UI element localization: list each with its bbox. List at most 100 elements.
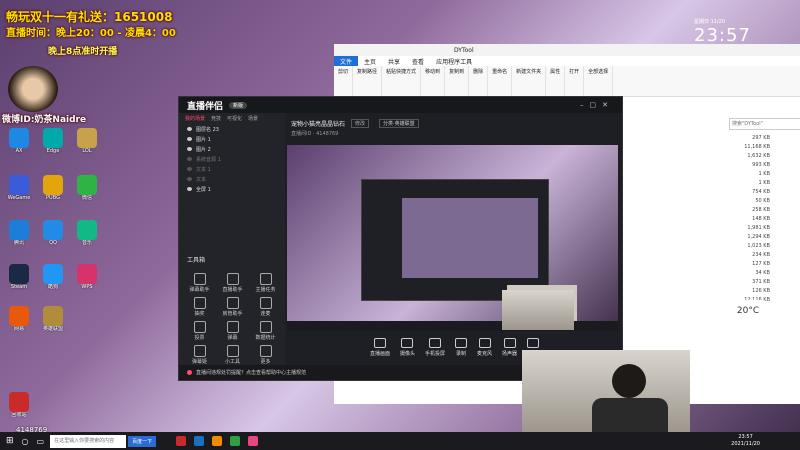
- eye-icon[interactable]: [187, 137, 192, 141]
- tool-icon: [259, 345, 272, 357]
- eye-icon[interactable]: [187, 157, 192, 161]
- room-title: 宠物小猫亮晶晶钻石: [291, 121, 346, 128]
- taskbar-clock[interactable]: 23:57 2021/11/20: [731, 434, 760, 448]
- scene-item[interactable]: 文本: [179, 174, 285, 184]
- desktop-icon[interactable]: 英雄联盟: [36, 306, 70, 346]
- tool-icon: [226, 297, 239, 309]
- desktop-icon[interactable]: WeGame: [2, 175, 36, 215]
- scene-item[interactable]: 全屏 1: [179, 184, 285, 194]
- action-screen[interactable]: 直播画面: [370, 337, 390, 357]
- desktop-icon[interactable]: 酷狗: [36, 264, 70, 304]
- ribbon-delete[interactable]: 删除: [469, 66, 489, 96]
- room-meta: 直播间ID · 4148769: [291, 131, 339, 137]
- desktop-icon[interactable]: 腾讯: [2, 220, 36, 260]
- ribbon-copy-path[interactable]: 复制路径: [353, 66, 383, 96]
- desktop-icon[interactable]: AX: [2, 128, 36, 168]
- tool-item[interactable]: 弹幕: [216, 321, 249, 341]
- tab-my-scenes[interactable]: 我的场景: [185, 115, 205, 122]
- app-icon[interactable]: [176, 436, 187, 446]
- taskbar-search-input[interactable]: [50, 434, 127, 448]
- ribbon-rename[interactable]: 重命名: [488, 66, 513, 96]
- desktop-icon[interactable]: Edge: [36, 128, 70, 168]
- clock-widget: 星期日 11/20 23:57: [694, 18, 751, 46]
- explorer-search-input[interactable]: [729, 118, 800, 130]
- tool-item[interactable]: 主播任务: [249, 273, 282, 293]
- overlay-line3: 晚上8点准时开播: [48, 47, 118, 57]
- ribbon-copy-to[interactable]: 复制到: [445, 66, 470, 96]
- tool-item[interactable]: 投票: [183, 321, 216, 341]
- edit-title-button[interactable]: 修改: [351, 119, 370, 128]
- scene-item[interactable]: 系统音源 1: [179, 154, 285, 164]
- file-size: 1,981 KB: [747, 225, 770, 231]
- scene-item[interactable]: 图层名 23: [179, 124, 285, 134]
- tool-icon: [259, 321, 272, 333]
- app-titlebar[interactable]: 直播伴侣 新版 –▢✕: [179, 97, 622, 113]
- tool-item[interactable]: 弹幕姬: [183, 345, 216, 365]
- desktop-icon[interactable]: LOL: [70, 128, 104, 168]
- ribbon-select-all[interactable]: 全部选择: [584, 66, 614, 96]
- desktop-icon[interactable]: PUBG: [36, 175, 70, 215]
- ribbon-paste-shortcut[interactable]: 粘贴快捷方式: [382, 66, 422, 96]
- tab-view[interactable]: 查看: [406, 56, 430, 66]
- explorer-titlebar[interactable]: DYTool: [334, 44, 800, 56]
- action-phone-cast[interactable]: 手机投屏: [425, 337, 445, 357]
- tool-item[interactable]: 小工具: [216, 345, 249, 365]
- tool-item[interactable]: 抽奖: [183, 297, 216, 317]
- tab-scene[interactable]: 场景: [248, 115, 258, 122]
- category-selector[interactable]: 分类·英雄联盟: [379, 119, 419, 128]
- file-size: 993 KB: [752, 162, 770, 168]
- tab-competitive[interactable]: 竞技: [211, 115, 221, 122]
- tool-item[interactable]: 数据统计: [249, 321, 282, 341]
- baidu-search-button[interactable]: 百度一下: [128, 435, 157, 447]
- tab-file[interactable]: 文件: [334, 56, 359, 66]
- eye-icon[interactable]: [187, 127, 192, 131]
- action-mic[interactable]: 麦克风: [477, 337, 492, 357]
- windows-start-icon[interactable]: ⊞: [6, 436, 14, 446]
- search-icon[interactable]: ○: [22, 437, 29, 446]
- tool-item[interactable]: 更多: [249, 345, 282, 365]
- eye-icon[interactable]: [187, 147, 192, 151]
- eye-icon[interactable]: [187, 167, 192, 171]
- tool-item[interactable]: 房管助手: [216, 297, 249, 317]
- ribbon-move-to[interactable]: 移动到: [421, 66, 446, 96]
- ribbon-new-folder[interactable]: 新建文件夹: [512, 66, 547, 96]
- app-icon[interactable]: [248, 436, 259, 446]
- app-icon[interactable]: [230, 436, 241, 446]
- scene-item[interactable]: 图片 2: [179, 144, 285, 154]
- tool-icon: [226, 321, 239, 333]
- tool-item[interactable]: 连麦: [249, 297, 282, 317]
- live-companion-window[interactable]: 直播伴侣 新版 –▢✕ 我的场景 竞技 可视化 场景 图层名 23 图片 1 图…: [178, 96, 623, 381]
- scene-item[interactable]: 文本 1: [179, 164, 285, 174]
- explorer-size-column: 297 KB 11,168 KB 1,632 KB 993 KB 1 KB 1 …: [624, 134, 800, 314]
- ribbon-properties[interactable]: 属性: [546, 66, 566, 96]
- window-controls[interactable]: –▢✕: [580, 101, 614, 109]
- tool-item[interactable]: 直播助手: [216, 273, 249, 293]
- tab-visual[interactable]: 可视化: [227, 115, 242, 122]
- desktop-icon[interactable]: Steam: [2, 264, 36, 304]
- desktop-icon[interactable]: 微信: [70, 175, 104, 215]
- tab-share[interactable]: 共享: [382, 56, 406, 66]
- desktop-icon[interactable]: 网易: [2, 306, 36, 346]
- desktop-icon[interactable]: WPS: [70, 264, 104, 304]
- tab-app-tools[interactable]: 应用程序工具: [430, 56, 478, 66]
- action-camera[interactable]: 摄像头: [400, 337, 415, 357]
- desktop-icon[interactable]: QQ: [36, 220, 70, 260]
- microphone-icon: [478, 337, 491, 348]
- ribbon-open[interactable]: 打开: [565, 66, 585, 96]
- scene-item[interactable]: 图片 1: [179, 134, 285, 144]
- taskview-icon[interactable]: ▭: [37, 437, 45, 446]
- eye-icon[interactable]: [187, 187, 192, 191]
- ribbon-cut[interactable]: 剪切: [334, 66, 354, 96]
- tab-home[interactable]: 主页: [358, 56, 382, 66]
- tool-icon: [259, 297, 272, 309]
- desktop-icon[interactable]: 音乐: [70, 220, 104, 260]
- eye-icon[interactable]: [187, 177, 192, 181]
- app-icon[interactable]: [212, 436, 223, 446]
- app-icon[interactable]: [194, 436, 205, 446]
- tool-item[interactable]: 弹幕助手: [183, 273, 216, 293]
- action-speaker[interactable]: 扬声器: [502, 337, 517, 357]
- weather-widget[interactable]: 20°C: [724, 300, 772, 322]
- nested-preview: [402, 198, 538, 278]
- gear-icon: [527, 337, 540, 348]
- action-record[interactable]: 录制: [455, 337, 467, 357]
